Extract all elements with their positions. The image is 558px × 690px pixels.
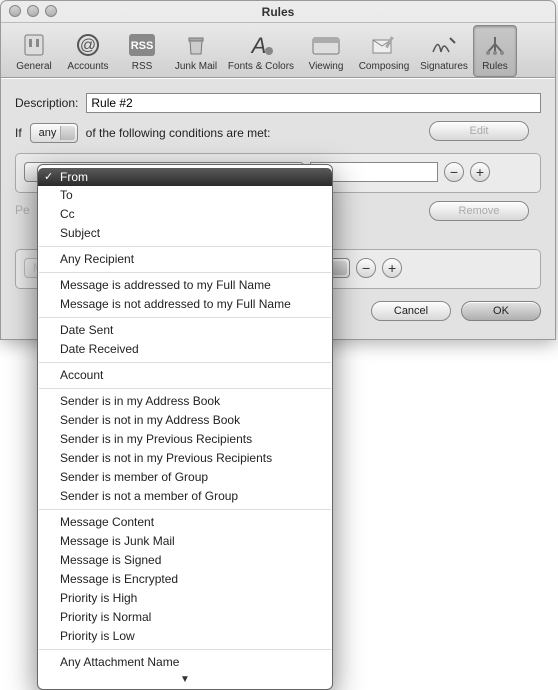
tab-viewing[interactable]: Viewing [299, 25, 353, 77]
tab-composing[interactable]: Composing [353, 25, 415, 77]
switch-icon [19, 31, 49, 59]
menu-item[interactable]: Sender is in my Address Book [38, 392, 332, 411]
menu-item[interactable]: Sender is not in my Previous Recipients [38, 449, 332, 468]
menu-separator [39, 649, 331, 650]
condition-field-menu: ✓ From To Cc Subject Any Recipient Messa… [37, 164, 333, 690]
if-label: If [15, 126, 22, 140]
menu-item[interactable]: Message is Junk Mail [38, 532, 332, 551]
menu-item[interactable]: Any Recipient [38, 250, 332, 269]
rss-icon: RSS [127, 31, 157, 59]
remove-action-button[interactable]: − [356, 258, 376, 278]
if-suffix: of the following conditions are met: [86, 126, 271, 140]
tab-signatures[interactable]: Signatures [415, 25, 473, 77]
font-icon: A [246, 31, 276, 59]
tab-label: Viewing [309, 61, 344, 72]
titlebar[interactable]: Rules [1, 1, 555, 23]
checkmark-icon: ✓ [44, 170, 53, 183]
remove-condition-button[interactable]: − [444, 162, 464, 182]
compose-icon [369, 31, 399, 59]
window-controls [9, 5, 57, 17]
menu-item[interactable]: Priority is Low [38, 627, 332, 646]
menu-item-label: From [60, 170, 88, 184]
menu-item[interactable]: Subject [38, 224, 332, 243]
tab-label: Rules [482, 61, 508, 72]
menu-item[interactable]: Sender is in my Previous Recipients [38, 430, 332, 449]
tab-fonts-colors[interactable]: A Fonts & Colors [223, 25, 299, 77]
cancel-button[interactable]: Cancel [371, 301, 451, 321]
menu-scroll-down-icon[interactable]: ▼ [38, 672, 332, 689]
menu-item-selected[interactable]: ✓ From [38, 168, 332, 186]
tab-label: Accounts [67, 61, 108, 72]
add-action-button[interactable]: + [382, 258, 402, 278]
tab-label: Junk Mail [175, 61, 217, 72]
if-row: If any of the following conditions are m… [15, 123, 541, 143]
menu-item[interactable]: Priority is Normal [38, 608, 332, 627]
chevrons-icon [66, 129, 72, 137]
ok-button[interactable]: OK [461, 301, 541, 321]
menu-separator [39, 509, 331, 510]
svg-text:@: @ [80, 37, 96, 54]
perform-label-fragment: Pe [15, 203, 30, 217]
description-row: Description: [15, 93, 541, 113]
description-input[interactable] [86, 93, 541, 113]
tab-junk-mail[interactable]: Junk Mail [169, 25, 223, 77]
menu-item[interactable]: To [38, 186, 332, 205]
menu-separator [39, 388, 331, 389]
tab-rules[interactable]: Rules [473, 25, 517, 77]
menu-item[interactable]: Sender is member of Group [38, 468, 332, 487]
menu-item[interactable]: Message Content [38, 513, 332, 532]
trash-icon [181, 31, 211, 59]
menu-item[interactable]: Message is Signed [38, 551, 332, 570]
menu-item[interactable]: Message is Encrypted [38, 570, 332, 589]
menu-item[interactable]: Message is not addressed to my Full Name [38, 295, 332, 314]
svg-text:A: A [250, 33, 267, 58]
menu-item[interactable]: Account [38, 366, 332, 385]
tab-label: Composing [359, 61, 410, 72]
minimize-icon[interactable] [27, 5, 39, 17]
tab-accounts[interactable]: @ Accounts [61, 25, 115, 77]
menu-separator [39, 272, 331, 273]
menu-item[interactable]: Sender is not a member of Group [38, 487, 332, 506]
tab-general[interactable]: General [7, 25, 61, 77]
edit-rule-button[interactable]: Edit [429, 121, 529, 141]
close-icon[interactable] [9, 5, 21, 17]
window-title: Rules [1, 1, 555, 23]
add-condition-button[interactable]: + [470, 162, 490, 182]
scope-popup[interactable]: any [30, 123, 78, 143]
rules-icon [480, 31, 510, 59]
svg-text:RSS: RSS [131, 40, 154, 52]
menu-separator [39, 362, 331, 363]
tab-label: Signatures [420, 61, 468, 72]
menu-item[interactable]: Sender is not in my Address Book [38, 411, 332, 430]
tab-label: General [16, 61, 52, 72]
pref-toolbar: General @ Accounts RSS RSS Junk Mail A F… [1, 23, 555, 78]
viewing-icon [311, 31, 341, 59]
menu-item[interactable]: Cc [38, 205, 332, 224]
tab-label: RSS [132, 61, 153, 72]
menu-item[interactable]: Message is addressed to my Full Name [38, 276, 332, 295]
menu-item[interactable]: Date Received [38, 340, 332, 359]
tab-label: Fonts & Colors [228, 61, 294, 72]
remove-rule-button[interactable]: Remove [429, 201, 529, 221]
menu-item[interactable]: Date Sent [38, 321, 332, 340]
signature-icon [429, 31, 459, 59]
menu-separator [39, 317, 331, 318]
description-label: Description: [15, 96, 78, 110]
chevrons-icon [338, 264, 344, 272]
menu-separator [39, 246, 331, 247]
scope-value: any [39, 127, 57, 139]
menu-item[interactable]: Any Attachment Name [38, 653, 332, 672]
at-icon: @ [73, 31, 103, 59]
menu-item[interactable]: Priority is High [38, 589, 332, 608]
zoom-icon[interactable] [45, 5, 57, 17]
tab-rss[interactable]: RSS RSS [115, 25, 169, 77]
